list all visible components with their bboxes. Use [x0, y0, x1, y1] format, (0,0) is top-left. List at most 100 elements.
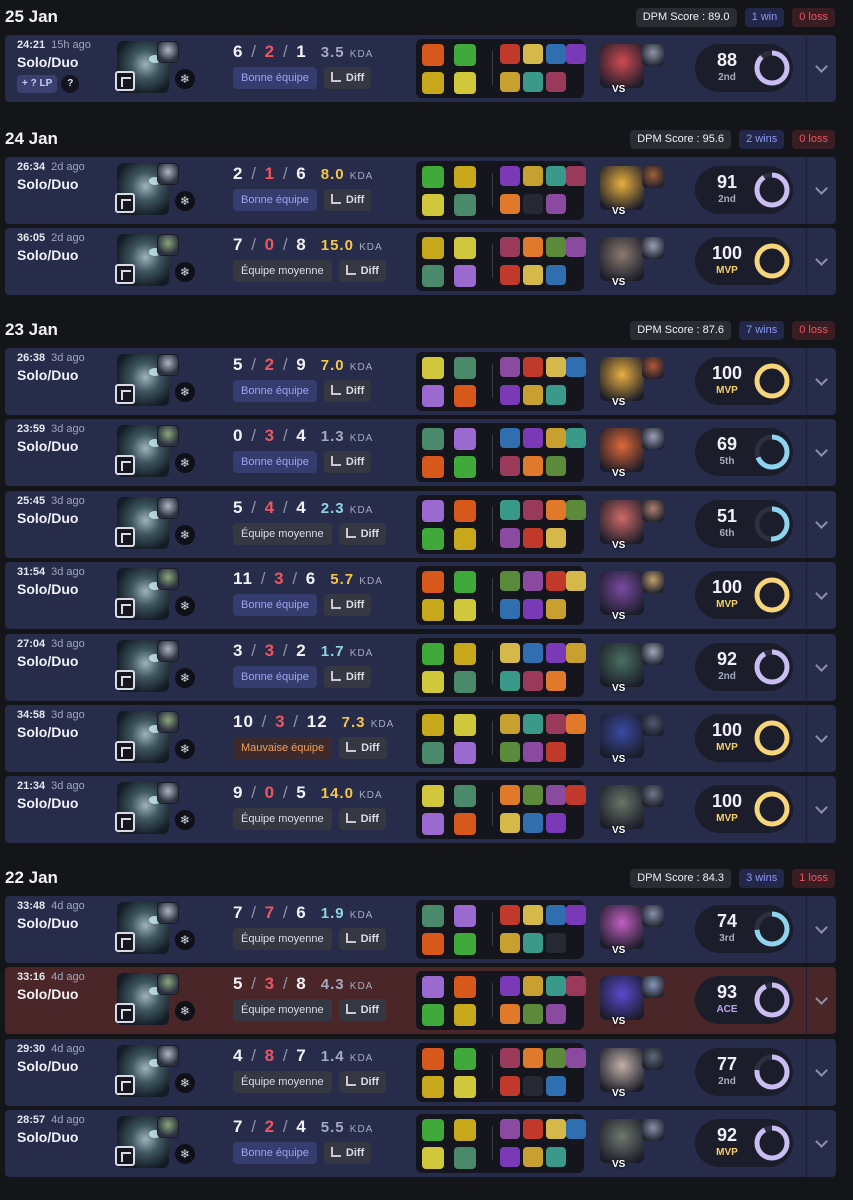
diff-button[interactable]: Diff: [323, 189, 372, 211]
score-ring: [754, 982, 790, 1018]
deaths-value: 2: [264, 42, 276, 61]
match-card[interactable]: 33:48 4d ago Solo/Duo ❄ 7 / 7 / 6 1.9 KDA Équi…: [5, 896, 836, 963]
rank-label: MVP: [716, 599, 738, 611]
team-tags: Bonne équipe Diff: [233, 451, 413, 474]
match-ago: 2d ago: [51, 161, 85, 173]
match-card[interactable]: 26:34 2d ago Solo/Duo ❄ 2 / 1 / 6 8.0 KDA Bonn…: [5, 157, 836, 224]
team-tags: Bonne équipe Diff: [233, 665, 413, 688]
match-card[interactable]: 31:54 3d ago Solo/Duo ❄ 11 / 3 / 6 5.7 KDA Bon…: [5, 562, 836, 630]
diff-label: Diff: [360, 1004, 379, 1017]
match-card[interactable]: 36:05 2d ago Solo/Duo ❄ 7 / 0 / 8 15.0 KDA Équ…: [5, 228, 836, 296]
kills-value: 0: [233, 426, 244, 446]
vs-label: VS: [612, 539, 626, 551]
kda-ratio: 1.7 KDA: [321, 643, 374, 660]
match-card[interactable]: 25:45 3d ago Solo/Duo ❄ 5 / 4 / 4 2.3 KDA Équi…: [5, 490, 836, 558]
item-icon: [500, 166, 520, 186]
build-divider: [492, 983, 493, 1018]
score-value: 100: [711, 791, 743, 812]
team-quality-badge: Bonne équipe: [233, 189, 317, 211]
diff-button[interactable]: Diff: [338, 928, 386, 950]
secondary-champion-icon: [157, 639, 179, 662]
assists-value: 12: [306, 712, 328, 731]
score-value: 100: [711, 363, 743, 383]
day-group: 22 Jan DPM Score : 84.3 3 wins 1 loss 33:48 4…: [0, 864, 853, 1178]
match-card[interactable]: 21:34 3d ago Solo/Duo ❄ 9 / 0 / 5 14.0 KDA Équ…: [5, 776, 836, 844]
expand-chevron-icon[interactable]: [806, 348, 836, 415]
diff-button[interactable]: Diff: [323, 1142, 372, 1165]
expand-chevron-icon[interactable]: [806, 419, 836, 487]
match-card[interactable]: 23:59 3d ago Solo/Duo ❄ 0 / 3 / 4 1.3 KDA Bonn…: [5, 419, 836, 487]
day-stats: DPM Score : 89.0 1 win 0 loss: [635, 8, 835, 27]
expand-chevron-icon[interactable]: [806, 705, 836, 772]
rune-icon: ❄: [175, 191, 195, 211]
diff-button[interactable]: Diff: [338, 1070, 386, 1093]
summoner-spell-icon: [454, 1004, 476, 1027]
performance-score: 69 5th: [695, 428, 793, 477]
diff-button[interactable]: Diff: [338, 808, 386, 831]
summoner-spell-icon: [454, 194, 476, 216]
opponent-secondary-icon: [642, 1047, 664, 1070]
item-icon: [523, 72, 543, 92]
champion-block: ❄: [115, 163, 195, 217]
score-ring-fill: [754, 791, 790, 827]
expand-chevron-icon[interactable]: [806, 157, 836, 224]
expand-chevron-icon[interactable]: [806, 35, 836, 102]
diff-icon: [345, 933, 356, 943]
day-group: 24 Jan DPM Score : 95.6 2 wins 0 loss 26:34 2…: [0, 125, 853, 296]
match-card[interactable]: 24:21 15h ago Solo/Duo + ? LP? ❄ 6 / 2 / 1 3.5…: [5, 35, 836, 102]
diff-label: Diff: [345, 599, 365, 612]
diff-button[interactable]: Diff: [339, 737, 387, 759]
team-tags: Équipe moyenne Diff: [233, 928, 413, 950]
rank-label: MVP: [716, 813, 738, 825]
item-icon: [500, 1004, 520, 1025]
build-panel: [416, 780, 586, 840]
summoner-spell-icon: [454, 642, 476, 665]
match-card[interactable]: 29:30 4d ago Solo/Duo ❄ 4 / 8 / 7 1.4 KDA Équi…: [5, 1038, 836, 1106]
expand-chevron-icon[interactable]: [806, 896, 836, 963]
match-card[interactable]: 28:57 4d ago Solo/Duo ❄ 7 / 2 / 4 5.5 KDA Bonn…: [5, 1110, 836, 1178]
team-tags: Équipe moyenne Diff: [233, 260, 413, 283]
role-icon: [115, 669, 135, 690]
summoner-spell-icon: [422, 599, 444, 622]
performance-score: 88 2nd: [695, 44, 793, 92]
expand-chevron-icon[interactable]: [806, 776, 836, 844]
build-divider: [492, 792, 493, 827]
match-card[interactable]: 27:04 3d ago Solo/Duo ❄ 3 / 3 / 2 1.7 KDA Bonn…: [5, 633, 836, 701]
expand-chevron-icon[interactable]: [806, 490, 836, 558]
team-tags: Mauvaise équipe Diff: [233, 737, 413, 759]
diff-button[interactable]: Diff: [323, 665, 372, 688]
expand-chevron-icon[interactable]: [806, 633, 836, 701]
match-card[interactable]: 33:16 4d ago Solo/Duo ❄ 5 / 3 / 8 4.3 KDA Équi…: [5, 967, 836, 1035]
expand-chevron-icon[interactable]: [806, 228, 836, 296]
queue-type: Solo/Duo: [17, 652, 79, 669]
expand-chevron-icon[interactable]: [806, 1038, 836, 1106]
diff-button[interactable]: Diff: [323, 380, 372, 402]
diff-button[interactable]: Diff: [323, 451, 372, 474]
item-icon: [546, 571, 566, 592]
expand-chevron-icon[interactable]: [806, 1110, 836, 1178]
diff-button[interactable]: Diff: [338, 999, 386, 1022]
diff-button[interactable]: Diff: [323, 67, 372, 89]
deaths-value: 3: [264, 640, 276, 660]
rank-label: MVP: [716, 385, 738, 396]
diff-button[interactable]: Diff: [338, 522, 386, 545]
match-time: 28:57: [17, 1114, 46, 1127]
match-card[interactable]: 26:38 3d ago Solo/Duo ❄ 5 / 2 / 9 7.0 KDA Bonn…: [5, 348, 836, 415]
kda-separator: /: [277, 42, 295, 61]
score-ring: [754, 720, 790, 756]
item-icon: [566, 357, 586, 377]
kda-suffix: KDA: [349, 1052, 374, 1064]
match-card[interactable]: 34:58 3d ago Solo/Duo ❄ 10 / 3 / 12 7.3 KDA Ma…: [5, 705, 836, 772]
champion-block: ❄: [115, 354, 195, 408]
expand-chevron-icon[interactable]: [806, 562, 836, 630]
kda-block: 7 / 7 / 6 1.9 KDA Équipe moyenne Diff: [233, 903, 413, 950]
expand-chevron-icon[interactable]: [806, 967, 836, 1035]
lp-help-icon[interactable]: ?: [61, 75, 80, 93]
summoner-spell-icon: [454, 357, 476, 379]
diff-button[interactable]: Diff: [323, 594, 372, 617]
diff-button[interactable]: Diff: [338, 260, 386, 283]
item-icon: [546, 599, 566, 620]
rune-icon: ❄: [175, 596, 195, 617]
item-icon: [523, 571, 543, 592]
match-ago: 3d ago: [51, 494, 85, 507]
